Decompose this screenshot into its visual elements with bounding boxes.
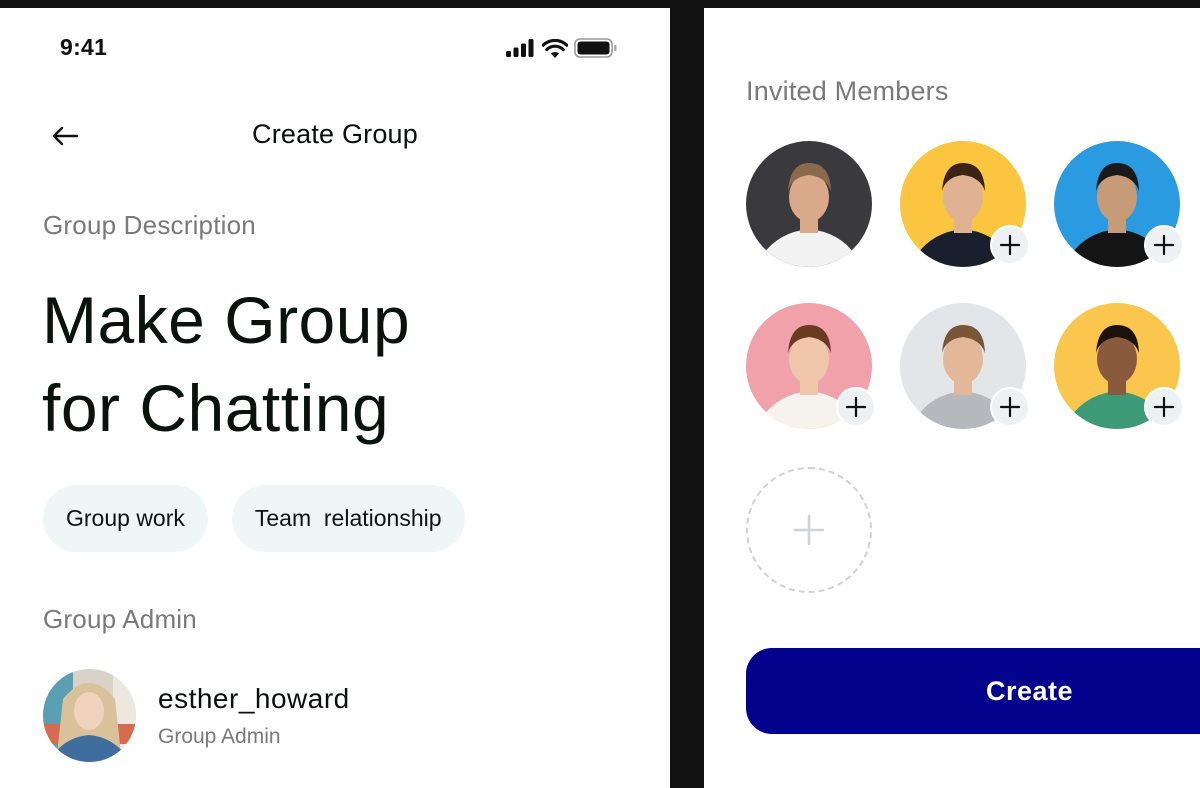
member-avatar[interactable] — [900, 141, 1030, 267]
plus-icon — [1154, 397, 1174, 417]
title-line-2: for Chatting — [42, 371, 390, 445]
page-title: Create Group — [252, 119, 418, 149]
member-avatar[interactable] — [1054, 303, 1184, 429]
group-admin-label: Group Admin — [43, 604, 197, 634]
invite-add-button[interactable] — [1144, 387, 1184, 427]
group-description-label: Group Description — [43, 210, 256, 240]
tag-list: Group work Team relationship — [43, 485, 465, 552]
invite-add-button[interactable] — [990, 387, 1030, 427]
wifi-icon — [542, 38, 568, 58]
invited-members-label: Invited Members — [746, 76, 949, 106]
invite-add-button[interactable] — [990, 225, 1030, 265]
tag-team-relationship[interactable]: Team relationship — [231, 485, 465, 552]
admin-role: Group Admin — [158, 724, 281, 748]
create-button[interactable]: Create — [746, 648, 1200, 734]
invited-members-screen: Invited Members Create — [704, 8, 1200, 788]
avatar — [43, 669, 136, 762]
group-description-title: Make Group for Chatting — [42, 276, 642, 452]
panel-divider — [670, 8, 704, 788]
plus-icon — [1154, 235, 1174, 255]
member-avatar[interactable] — [746, 141, 872, 267]
tag-group-work[interactable]: Group work — [43, 485, 208, 552]
member-photo — [746, 141, 872, 267]
invite-add-button[interactable] — [836, 387, 876, 427]
plus-icon — [846, 397, 866, 417]
member-avatar[interactable] — [1054, 141, 1184, 267]
window-top-edge — [0, 0, 1200, 8]
status-time: 9:41 — [60, 34, 108, 60]
admin-photo — [43, 669, 136, 762]
add-member-button[interactable] — [746, 467, 872, 593]
create-group-screen: 9:41 Create Group Group Description Make… — [0, 8, 670, 788]
admin-username: esther_howard — [158, 682, 350, 714]
plus-icon — [793, 514, 825, 546]
plus-icon — [1000, 235, 1020, 255]
status-icons — [506, 38, 618, 58]
title-line-1: Make Group — [42, 283, 411, 357]
cellular-signal-icon — [506, 39, 534, 57]
admin-item[interactable]: esther_howard Group Admin — [43, 669, 350, 762]
invite-add-button[interactable] — [1144, 225, 1184, 265]
member-avatar[interactable] — [900, 303, 1030, 429]
member-avatar[interactable] — [746, 303, 876, 429]
battery-icon — [574, 38, 617, 58]
plus-icon — [1000, 397, 1020, 417]
